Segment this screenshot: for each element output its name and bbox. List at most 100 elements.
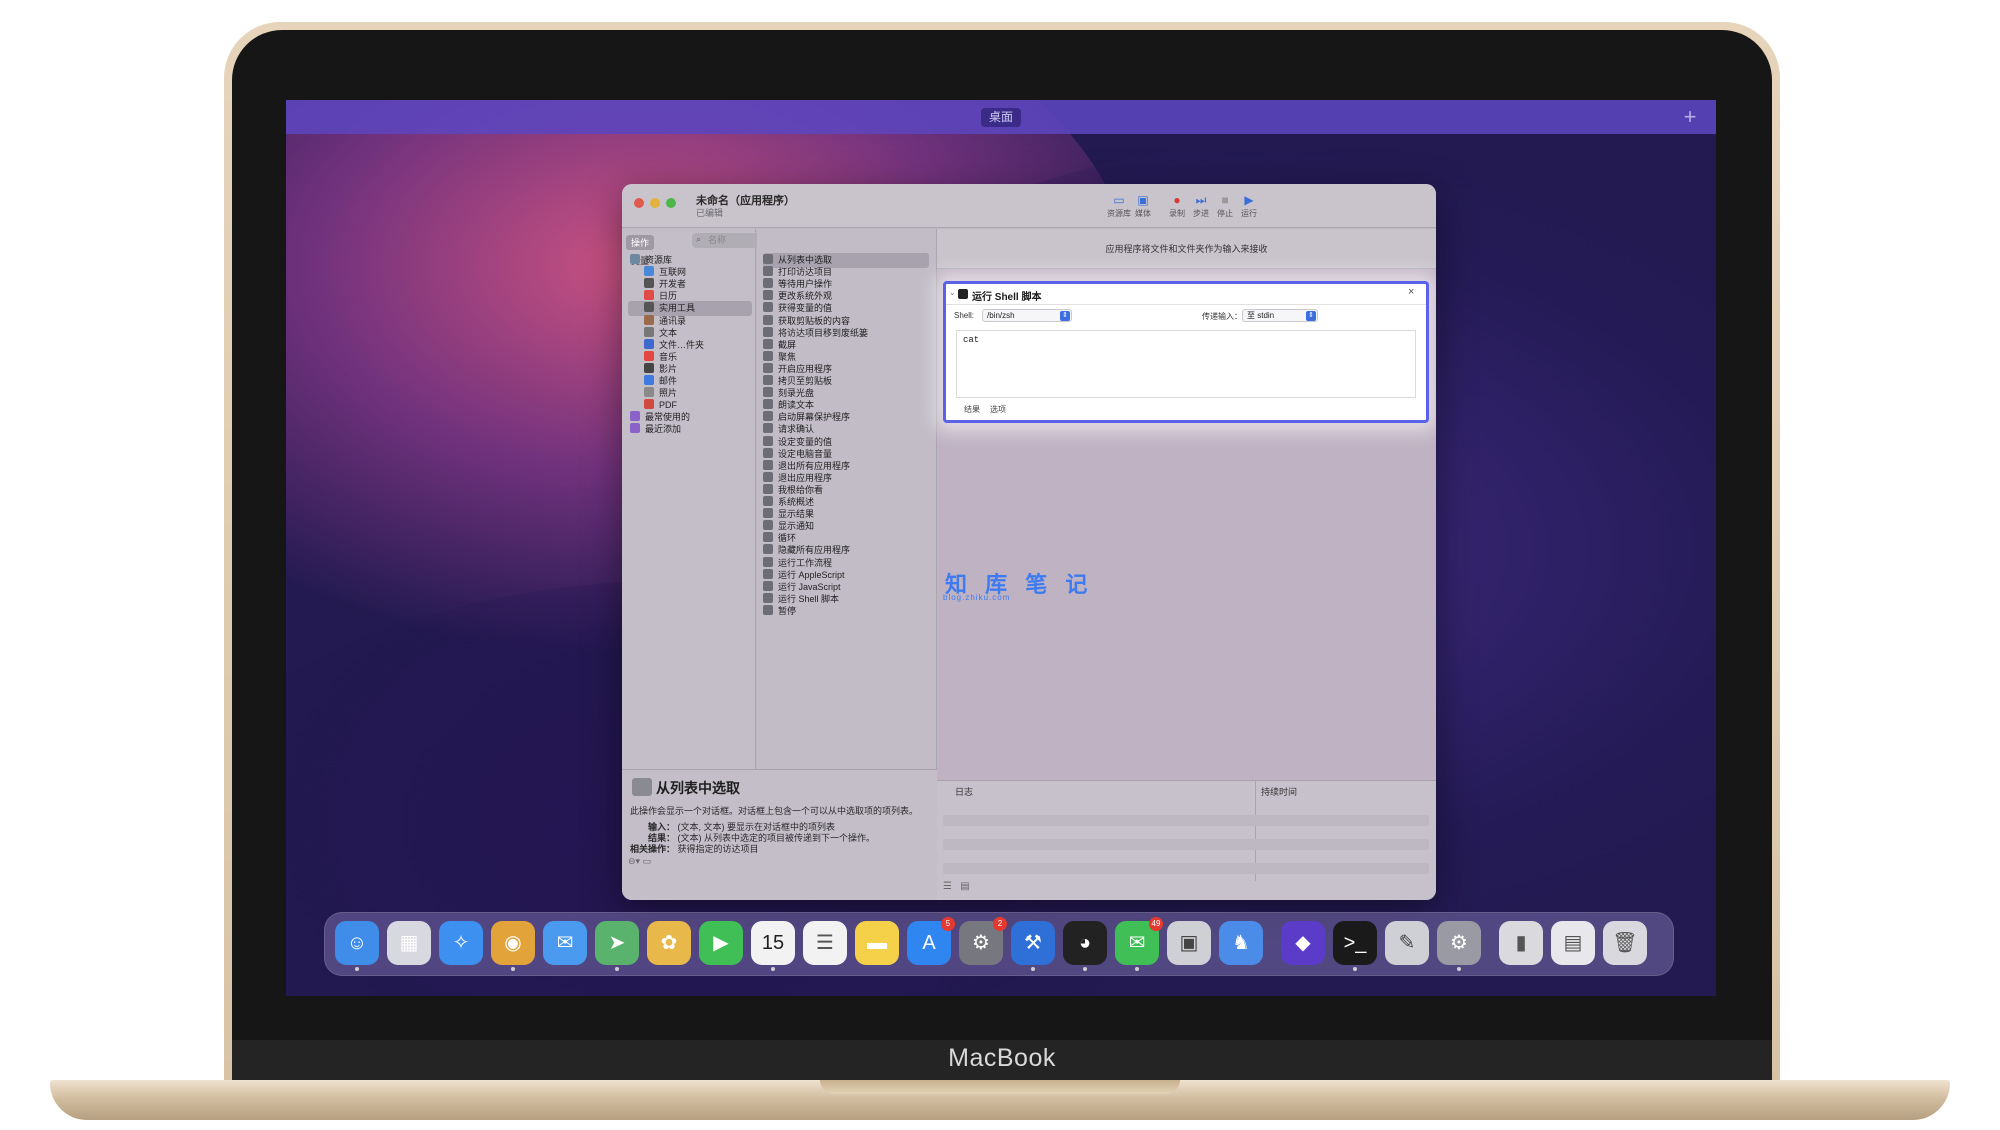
action-item[interactable]: 暂停 — [763, 604, 929, 619]
qq-icon[interactable]: ◕ — [1063, 921, 1107, 971]
maps-icon[interactable]: ➤ — [595, 921, 639, 971]
wechat-icon[interactable]: ✉ 49 — [1115, 917, 1163, 971]
action-item-label: 拷贝至剪贴板 — [778, 376, 833, 386]
library-category-icon — [644, 350, 654, 361]
action-item-label: 请求确认 — [778, 424, 815, 435]
trash-icon[interactable]: 🗑 — [1603, 921, 1647, 965]
running-indicator — [355, 967, 359, 971]
preview-icon[interactable]: ▣ — [1167, 921, 1211, 965]
chrome-icon[interactable]: ◉ — [491, 921, 535, 971]
library-category-icon — [630, 254, 640, 264]
automator-icon[interactable]: ⚙ — [1437, 921, 1481, 971]
library-pane: 操作 变量 名称 ⌕ 资源库 互联网 开发者 日历 实用工具 通讯录 文本 文件…件夹 音乐 影片… — [622, 229, 924, 769]
library-item-label: 通讯录 — [659, 315, 687, 326]
dock-glyph: ✉ — [1128, 932, 1146, 954]
action-icon — [763, 411, 773, 422]
xcode-icon[interactable]: ⚒ — [1011, 921, 1055, 971]
toolbar-media-button[interactable]: ▣ 媒体 — [1126, 192, 1160, 219]
action-item-label: 开启应用程序 — [778, 363, 833, 374]
dock-glyph: ▤ — [1563, 932, 1583, 954]
collapse-chevron-icon[interactable]: ⌄ — [949, 288, 956, 297]
add-space-button[interactable]: + — [1676, 103, 1704, 131]
action-title: 运行 Shell 脚本 — [972, 292, 1042, 303]
settings-icon[interactable]: ⚙ 2 — [959, 917, 1007, 965]
action-icon — [763, 290, 773, 301]
action-item-label: 退出应用程序 — [778, 472, 833, 483]
close-window-button[interactable] — [634, 198, 644, 208]
notification-badge: 49 — [1149, 917, 1163, 931]
script-editor[interactable]: cat — [956, 330, 1416, 398]
library-item-label: 文本 — [659, 327, 678, 338]
action-icon — [763, 375, 773, 385]
calendar-icon[interactable]: 15 — [751, 921, 795, 971]
log-view-icons[interactable]: ☰ ▤ — [943, 881, 970, 892]
play-icon: ▶ — [1244, 193, 1254, 207]
pass-input-select[interactable]: 至 stdin ⇕ — [1242, 309, 1318, 322]
desc-options-icon[interactable]: ⊖▾ ▭ — [628, 856, 651, 867]
library-category-icon — [630, 411, 640, 422]
action-item-label: 隐藏所有应用程序 — [778, 545, 851, 556]
zoom-window-button[interactable] — [666, 198, 676, 208]
downloads-stack-icon[interactable]: ▤ — [1551, 921, 1595, 965]
appstore-icon[interactable]: A5 — [907, 917, 955, 965]
action-item-label: 截屏 — [778, 339, 797, 350]
launchpad-icon[interactable]: ▦ — [387, 921, 431, 965]
shell-label: Shell: — [954, 311, 975, 320]
action-item-label: 显示结果 — [778, 509, 815, 520]
action-icon — [763, 471, 773, 482]
action-item-label: 更改系统外观 — [778, 291, 833, 302]
options-tab[interactable]: 选项 — [990, 404, 1006, 415]
results-tab[interactable]: 结果 — [964, 404, 980, 415]
facetime-icon[interactable]: ▶ — [699, 921, 743, 965]
minimize-window-button[interactable] — [650, 198, 660, 208]
lid-notch — [820, 1080, 1180, 1094]
library-item-label: PDF — [659, 400, 677, 411]
safari-icon[interactable]: ✧ — [439, 921, 483, 965]
dock-glyph: ✧ — [452, 932, 470, 954]
run-shell-script-action[interactable]: ⌄ 运行 Shell 脚本 × Shell: /bin/zsh ⇕ 传递输入： 至… — [943, 281, 1429, 423]
log-pane: 日志 持续时间 ☰ ▤ — [937, 780, 1436, 900]
action-icon — [763, 592, 773, 603]
close-action-button[interactable]: × — [1408, 286, 1414, 298]
toolbar-label: 步进 — [1193, 209, 1209, 218]
library-category-icon — [644, 278, 654, 289]
action-icon — [763, 266, 773, 277]
dock: ☺ ▦ ✧ ◉ ✉ ➤ ✿ ▶ 15 ☰ ▬ A 5 ⚙ 2 ⚒ ◕ ✉ 49 ▣ ♞ ◆ >_ ✎ ⚙ ▮ ▤ 🗑 — [324, 912, 1674, 976]
mail-icon[interactable]: ✉ — [543, 921, 587, 965]
notes-icon[interactable]: ▬ — [855, 921, 899, 965]
tab-actions[interactable]: 操作 — [626, 235, 655, 250]
library-item[interactable]: 最近添加 — [628, 422, 752, 437]
action-item-label: 运行 AppleScript — [778, 569, 845, 580]
library-category-icon — [644, 266, 654, 277]
duration-column-header[interactable]: 持续时间 — [1261, 785, 1297, 798]
yoink-icon[interactable]: ♞ — [1219, 921, 1263, 965]
action-item-label: 系统概述 — [778, 497, 815, 507]
action-item-label: 显示通知 — [778, 521, 815, 532]
toolbar-play-button[interactable]: ▶ 运行 — [1232, 192, 1266, 219]
library-category-icon — [644, 362, 654, 373]
toolbar-label: 录制 — [1169, 209, 1185, 218]
photos-icon[interactable]: ✿ — [647, 921, 691, 965]
action-icon — [763, 520, 773, 531]
notification-badge: 5 — [941, 917, 955, 931]
action-icon — [763, 399, 773, 410]
action-icon — [763, 302, 773, 313]
dock-glyph: ✉ — [556, 932, 574, 954]
shortcuts-icon[interactable]: ◆ — [1281, 921, 1325, 965]
desktop-space-label[interactable]: 桌面 — [981, 108, 1021, 127]
reminders-icon[interactable]: ☰ — [803, 921, 847, 965]
dock-glyph: ✎ — [1398, 932, 1416, 954]
archive-icon[interactable]: ▮ — [1499, 921, 1543, 965]
script-editor-icon[interactable]: ✎ — [1385, 921, 1429, 965]
action-item-label: 循环 — [778, 533, 797, 544]
dock-glyph: ▣ — [1179, 932, 1199, 954]
terminal-icon[interactable]: >_ — [1333, 921, 1377, 971]
finder-icon[interactable]: ☺ — [335, 921, 379, 971]
choose-from-list-icon — [632, 778, 652, 796]
library-category-icon — [630, 423, 640, 434]
action-item-label: 我根给你看 — [778, 484, 824, 495]
log-column-header[interactable]: 日志 — [955, 785, 973, 798]
library-item-label: 影片 — [659, 363, 678, 374]
shell-select[interactable]: /bin/zsh ⇕ — [982, 309, 1072, 322]
dock-glyph: ⚒ — [1024, 932, 1042, 954]
